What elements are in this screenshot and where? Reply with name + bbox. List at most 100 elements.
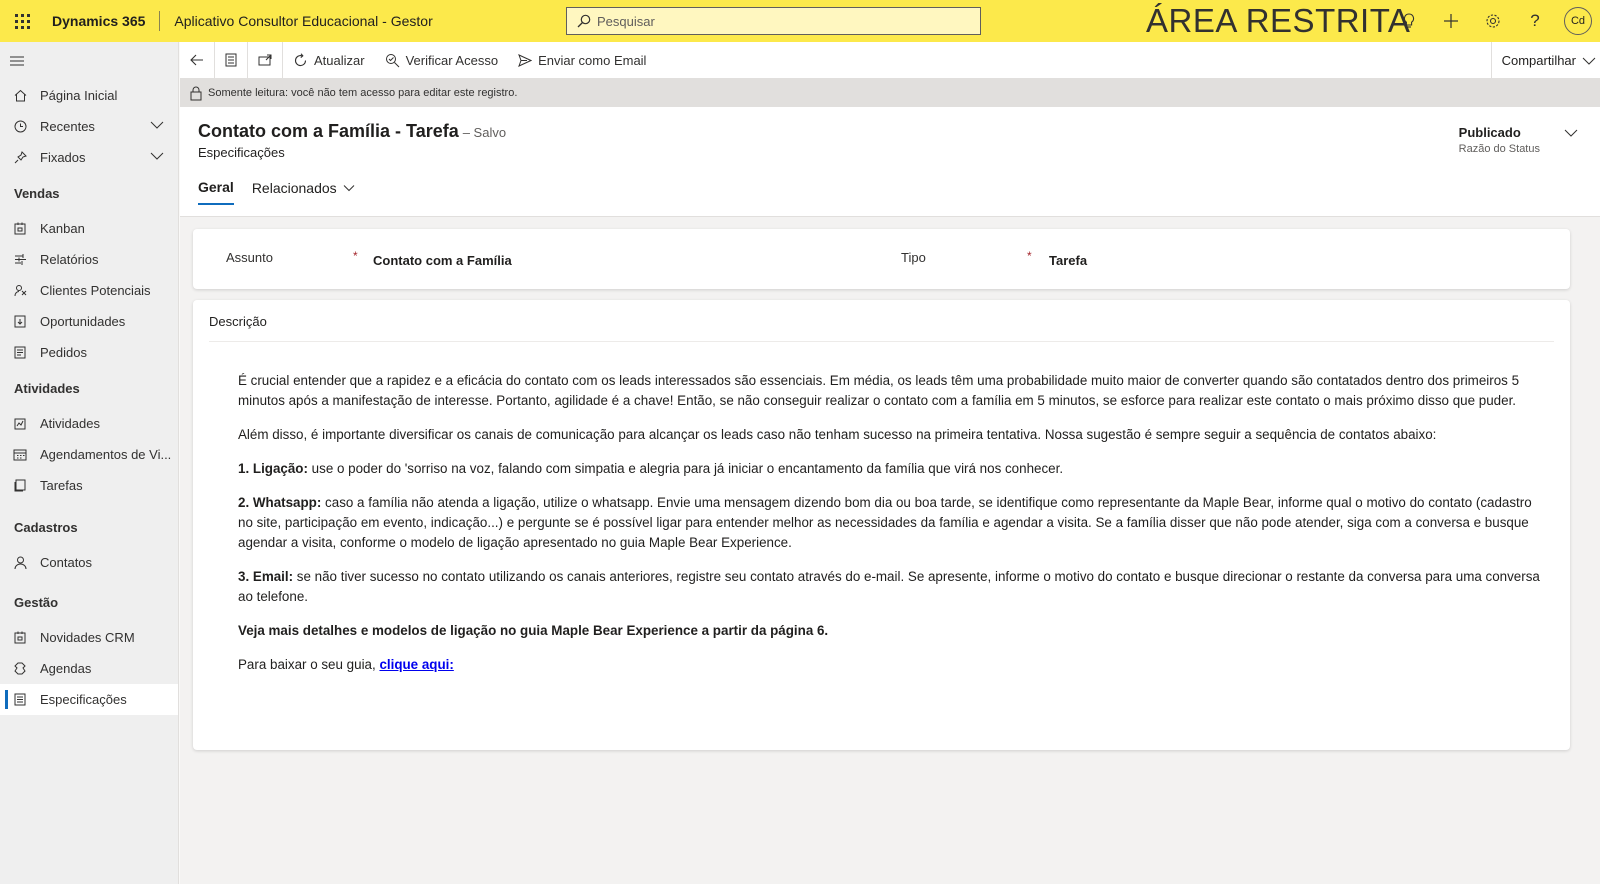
chevron-down-icon[interactable] [1564,128,1578,138]
record-title: Contato com a Família - Tarefa – Salvo [198,121,506,142]
restricted-area-label: ÁREA RESTRITA [1146,2,1411,39]
sidebar-item-orders[interactable]: Pedidos [0,337,178,368]
record-header: Contato com a Família - Tarefa – Salvo Es… [180,107,1600,217]
agenda-icon [13,662,27,676]
description-card: Descrição É crucial entender que a rapid… [193,300,1570,750]
activity-icon [13,417,27,431]
sidebar-item-label: Oportunidades [40,314,126,329]
task-icon [13,479,27,493]
back-button[interactable] [180,41,215,79]
spec-icon [13,693,27,707]
sidebar-item-label: Relatórios [40,252,99,267]
send-email-button[interactable]: Enviar como Email [508,42,656,79]
gear-icon[interactable] [1472,0,1514,42]
open-new-window-button[interactable] [248,41,283,79]
download-link[interactable]: clique aqui: [379,657,453,672]
highlight-text: Veja mais detalhes e modelos de ligação … [238,623,829,638]
section-title: Vendas [14,185,60,201]
report-icon [13,253,27,267]
sidebar-item-reports[interactable]: Relatórios [0,244,178,275]
tab-related[interactable]: Relacionados [252,179,355,205]
hamburger-icon [10,56,24,66]
app-launcher-button[interactable] [0,0,44,42]
clock-icon [13,120,27,134]
tab-general[interactable]: Geral [198,179,234,205]
check-access-button[interactable]: Verificar Acesso [375,42,509,79]
sidebar-item-label: Pedidos [40,345,87,360]
leads-icon [13,284,27,298]
hamburger-button[interactable] [0,42,178,80]
sidebar-item-tasks[interactable]: Tarefas [0,470,178,501]
description-step: 2. Whatsapp: caso a família não atenda a… [238,493,1543,553]
description-label: Descrição [209,314,267,329]
home-icon [13,89,27,103]
readonly-notice: Somente leitura: você não tem acesso par… [180,79,1600,107]
lock-icon [190,86,202,100]
sidebar-item-label: Novidades CRM [40,630,135,645]
sidebar-item-contacts[interactable]: Contatos [0,547,178,578]
chevron-down-icon[interactable] [150,151,164,161]
sidebar-item-pinned[interactable]: Fixados [0,142,178,173]
waffle-icon [14,13,30,29]
subject-label: Assunto [226,250,273,265]
calendar-icon [13,448,27,462]
sidebar-item-visit-schedules[interactable]: Agendamentos de Vi... [0,439,178,470]
search-input[interactable]: Pesquisar [566,7,981,35]
sidebar-item-agendas[interactable]: Agendas [0,653,178,684]
fields-card: Assunto * Contato com a Família Tipo * T… [193,229,1570,289]
step-title: 3. Email: [238,569,294,584]
person-icon [13,556,27,570]
sidebar-item-kanban[interactable]: Kanban [0,213,178,244]
open-in-window-icon [258,54,272,66]
lightbulb-icon[interactable] [1388,0,1430,42]
description-body: É crucial entender que a rapidez e a efi… [238,371,1543,689]
sidebar-item-recent[interactable]: Recentes [0,111,178,142]
status-label: Razão do Status [1458,143,1540,155]
search-icon [577,14,591,28]
back-arrow-icon [190,54,203,66]
share-button[interactable]: Compartilhar [1490,42,1600,79]
sidebar-item-label: Especificações [40,692,127,707]
sidebar-item-leads[interactable]: Clientes Potenciais [0,275,178,306]
sidebar-item-specifications[interactable]: Especificações [0,684,178,715]
chevron-down-icon[interactable] [150,120,164,130]
status-field: Publicado Razão do Status [1459,125,1540,155]
divider [209,341,1554,342]
share-label: Compartilhar [1501,53,1576,68]
plus-icon[interactable] [1430,0,1472,42]
chevron-down-icon [1582,57,1596,65]
description-step: 1. Ligação: use o poder do 'sorriso na v… [238,459,1543,479]
form-view-button[interactable] [215,41,248,79]
sidebar-item-label: Kanban [40,221,85,236]
sidebar: Página Inicial Recentes Fixados Vendas K… [0,42,179,884]
type-label: Tipo [901,250,926,265]
step-text: caso a família não atenda a ligação, uti… [238,495,1532,550]
app-name[interactable]: Aplicativo Consultor Educacional - Gesto… [160,13,432,29]
avatar[interactable]: Cd [1564,7,1592,35]
type-field[interactable]: Tarefa [1049,253,1087,268]
subject-field[interactable]: Contato com a Família [373,253,512,268]
sidebar-item-label: Agendamentos de Vi... [40,447,172,462]
sidebar-item-activities[interactable]: Atividades [0,408,178,439]
order-icon [13,346,27,360]
sidebar-item-label: Clientes Potenciais [40,283,151,298]
help-icon[interactable]: ? [1514,0,1556,42]
sidebar-item-label: Fixados [40,150,86,165]
sidebar-item-opportunities[interactable]: Oportunidades [0,306,178,337]
required-mark: * [353,249,358,263]
step-text: se não tiver sucesso no contato utilizan… [238,569,1540,604]
opportunity-icon [13,315,27,329]
record-tabs: Geral Relacionados [198,179,373,205]
step-title: 1. Ligação: [238,461,308,476]
sidebar-item-crm-news[interactable]: Novidades CRM [0,622,178,653]
brand-name[interactable]: Dynamics 365 [44,11,161,31]
refresh-button[interactable]: Atualizar [283,42,375,79]
sidebar-item-home[interactable]: Página Inicial [0,80,178,111]
required-mark: * [1027,249,1032,263]
send-email-label: Enviar como Email [538,52,647,68]
send-icon [518,53,533,67]
check-access-label: Verificar Acesso [405,52,499,68]
step-text: use o poder do 'sorriso na voz, falando … [307,461,1064,476]
section-title: Gestão [14,594,59,610]
chevron-down-icon [343,185,355,192]
